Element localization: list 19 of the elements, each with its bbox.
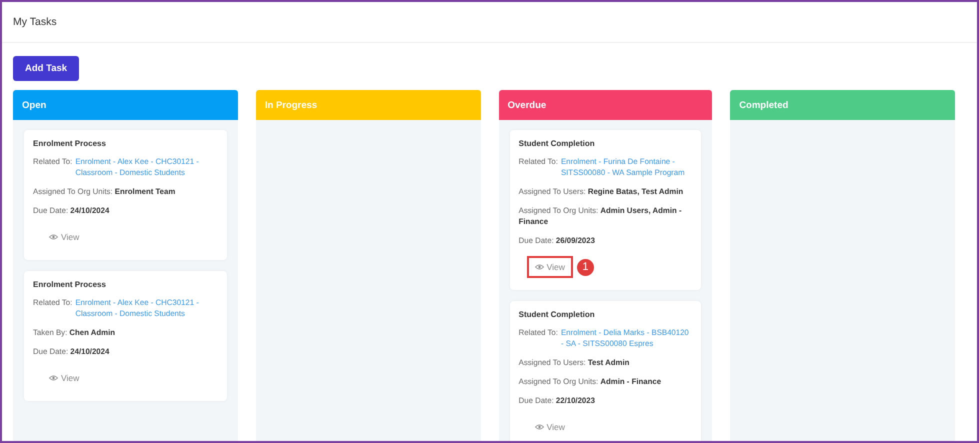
column-header: Completed <box>730 90 955 120</box>
eye-icon <box>49 234 58 240</box>
task-title: Enrolment Process <box>33 280 107 289</box>
eye-icon <box>49 375 58 381</box>
eye-icon <box>534 264 544 270</box>
add-task-button[interactable]: Add Task <box>13 56 80 81</box>
column-header: Open <box>13 90 238 120</box>
page-title: My Tasks <box>13 16 57 28</box>
task-title: Student Completion <box>518 310 596 319</box>
view-button[interactable]: View <box>526 416 573 438</box>
callout-badge: 1 <box>576 258 594 276</box>
column-header: In Progress <box>256 90 481 120</box>
task-title: Student Completion <box>518 139 596 148</box>
task-title: Enrolment Process <box>33 139 107 148</box>
eye-icon <box>534 424 544 430</box>
view-button[interactable]: View <box>526 256 573 278</box>
column-header: Overdue <box>498 90 712 120</box>
view-button[interactable]: View <box>41 226 88 248</box>
view-button[interactable]: View <box>41 367 88 389</box>
